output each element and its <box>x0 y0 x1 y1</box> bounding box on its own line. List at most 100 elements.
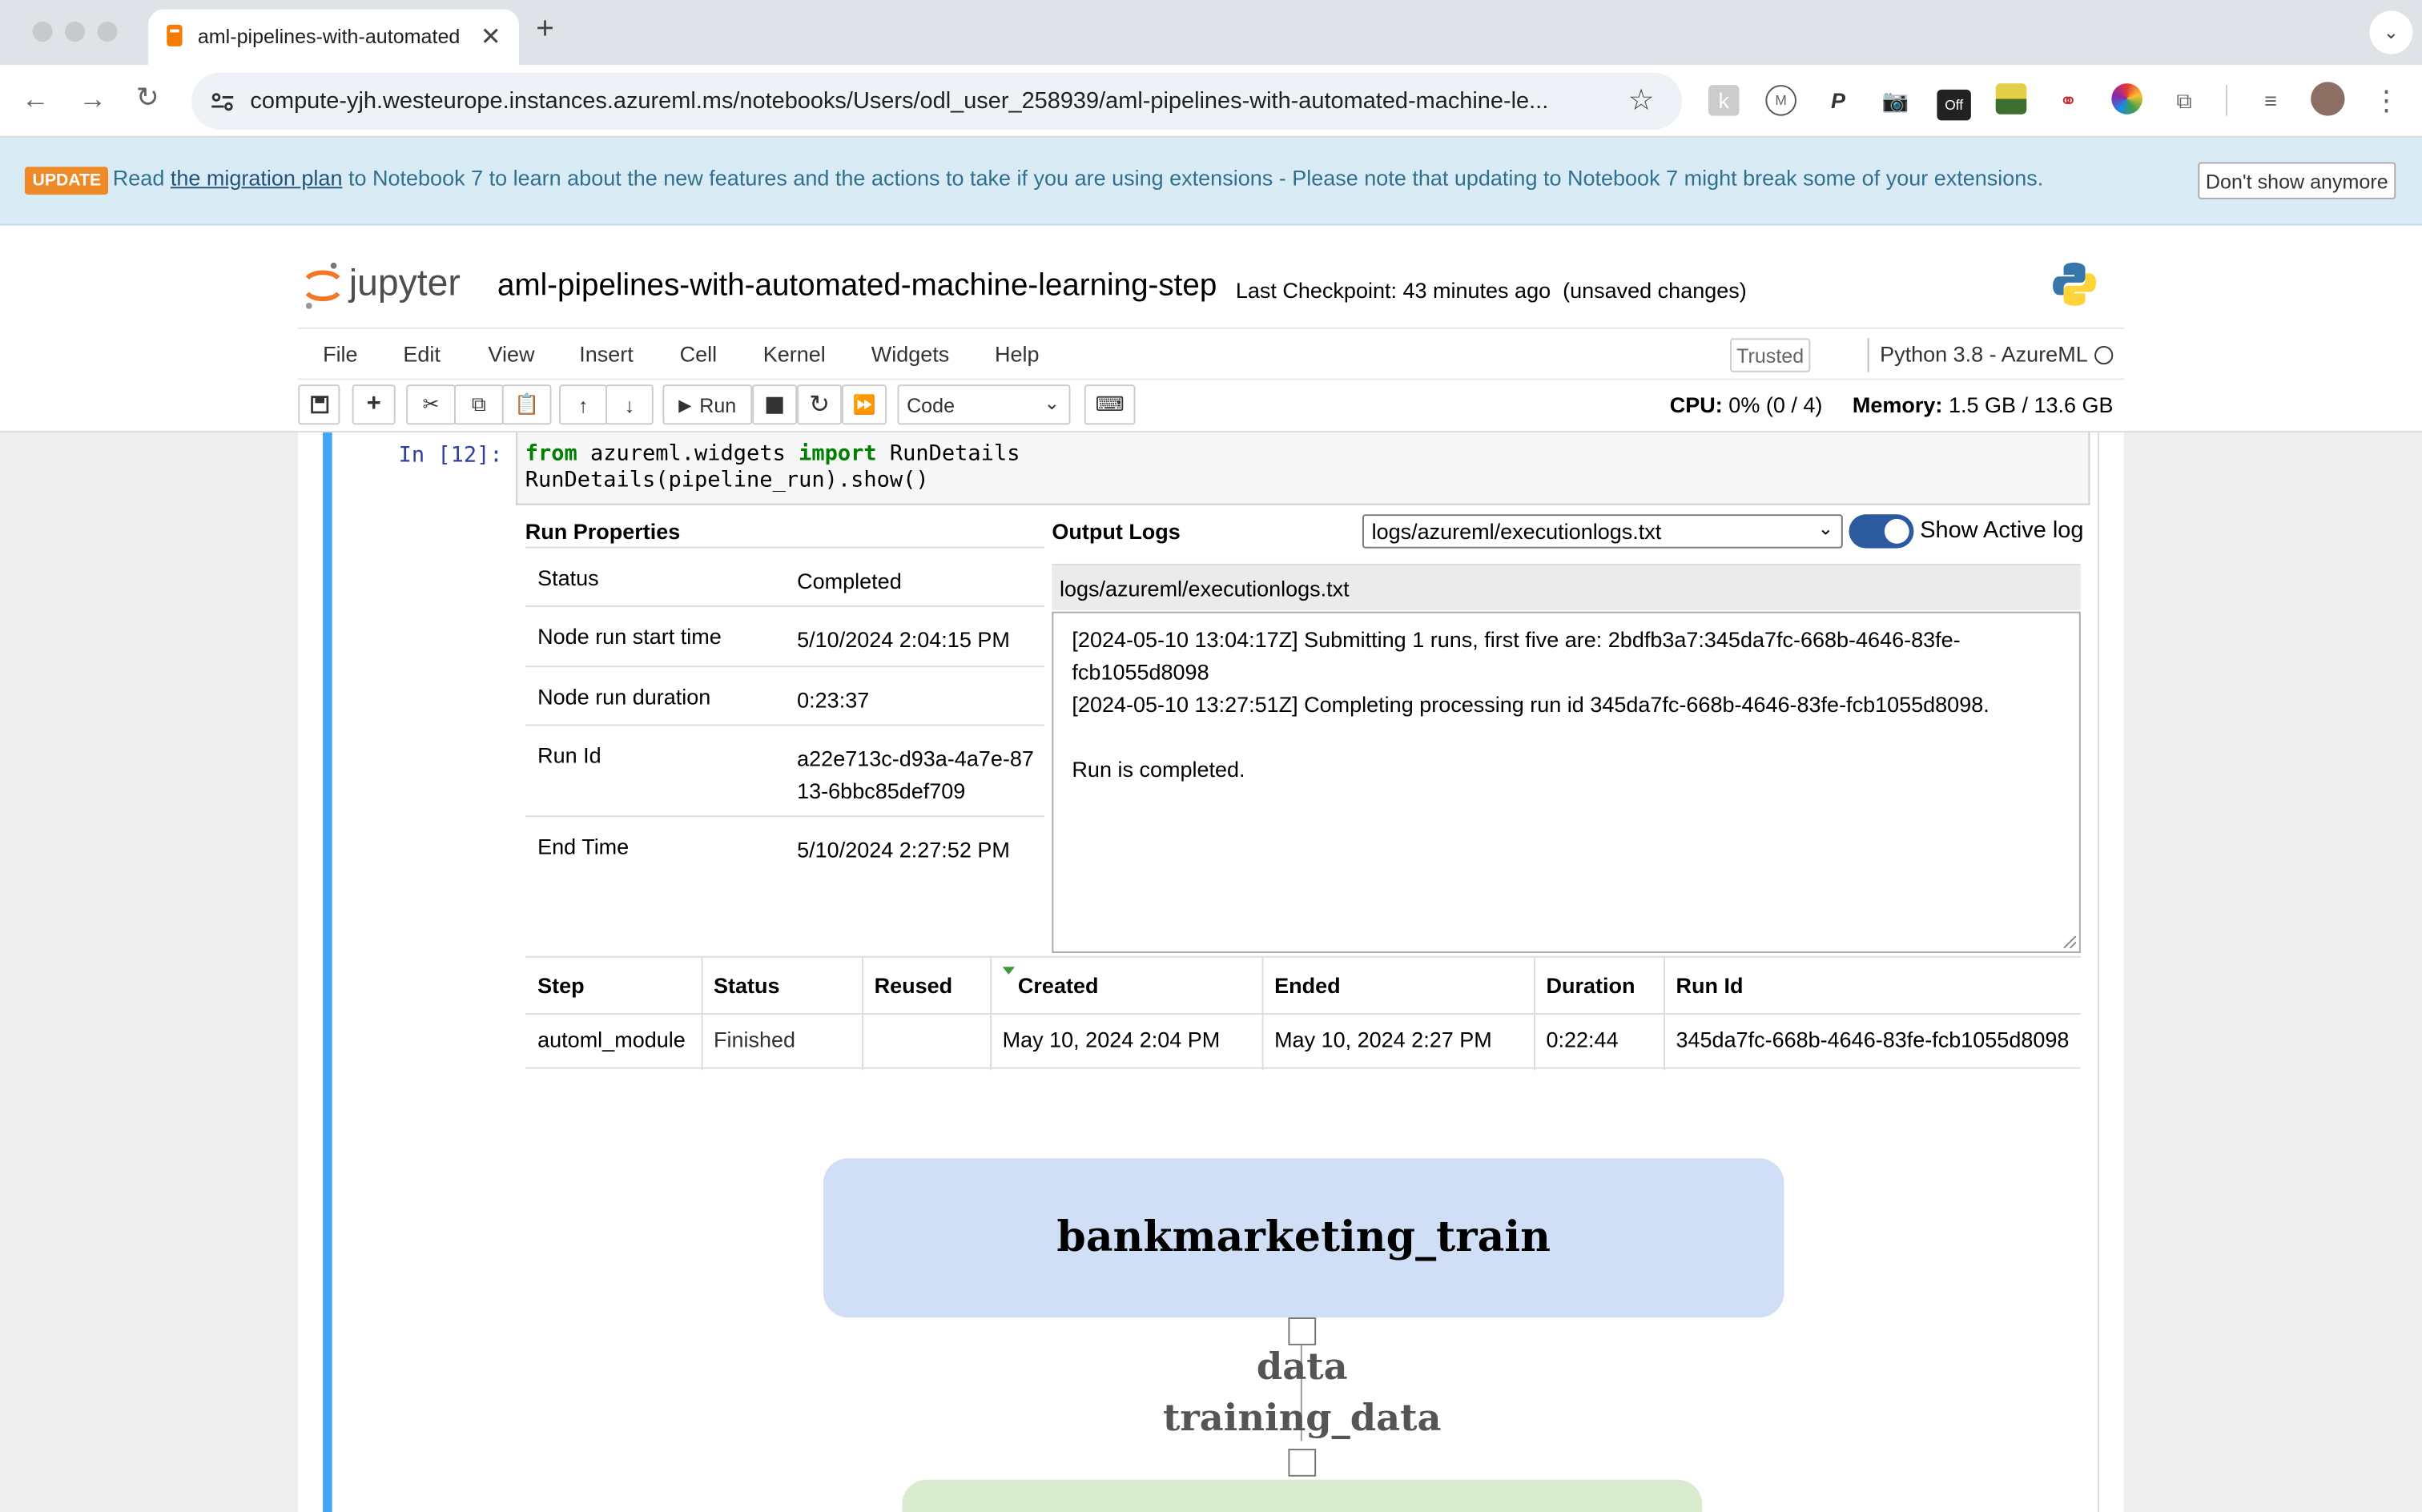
kernel-name[interactable]: Python 3.8 - AzureML <box>1880 341 2088 366</box>
jupyter-logo[interactable]: jupyter <box>303 259 476 312</box>
column-header-duration[interactable]: Duration <box>1546 973 1635 998</box>
maximize-window-dot[interactable] <box>97 21 118 42</box>
cell-run-id[interactable]: 345da7fc-668b-4646-83fe-fcb1055d8098 <box>1676 1027 2080 1052</box>
column-header-status[interactable]: Status <box>714 973 780 998</box>
code-import-name: RunDetails <box>876 441 1020 467</box>
jupyter-header: jupyter aml-pipelines-with-automated-mac… <box>0 225 2422 432</box>
cell-border <box>2097 432 2099 1512</box>
color-picker-extension-icon[interactable] <box>2111 83 2142 115</box>
tab-search-icon[interactable]: ⌄ <box>2369 10 2413 54</box>
show-active-log-toggle[interactable] <box>1849 514 1914 549</box>
cell-prompt: In [12]: <box>398 443 503 468</box>
pipeline-node-bankmarketing-train[interactable]: bankmarketing_train <box>823 1158 1784 1318</box>
memory-value: 1.5 GB / 13.6 GB <box>1948 392 2114 417</box>
notebook-toolbar: + ✂ ⧉ 📋 ↑ ↓ ▶ Run ↻ ⏩ Code ⌄ ⌨ CPU: 0% (0 … <box>298 380 2124 432</box>
cut-icon[interactable]: ✂ <box>406 384 456 425</box>
migration-plan-link[interactable]: the migration plan <box>171 165 343 190</box>
profile-avatar[interactable] <box>2311 82 2345 116</box>
column-header-created[interactable]: Created <box>1018 973 1099 998</box>
code-keyword-from: from <box>525 441 577 467</box>
keyboard-shortcuts-icon[interactable]: ⌨ <box>1084 384 1136 425</box>
output-port[interactable] <box>1288 1317 1317 1345</box>
chevron-down-icon: ⌄ <box>1044 392 1060 414</box>
column-header-run-id[interactable]: Run Id <box>1676 973 1743 998</box>
notebook-title[interactable]: aml-pipelines-with-automated-machine-lea… <box>497 269 1217 304</box>
move-down-icon[interactable]: ↓ <box>605 384 654 425</box>
steps-table: Step Status Reused Created Ended Duratio… <box>525 955 2081 1071</box>
code-editor[interactable]: from azureml.widgets import RunDetails R… <box>516 432 2090 505</box>
menu-file[interactable]: File <box>323 341 358 366</box>
log-file-value: logs/azureml/executionlogs.txt <box>1371 518 1662 544</box>
menu-cell[interactable]: Cell <box>680 341 718 366</box>
last-checkpoint: Last Checkpoint: 43 minutes ago <box>1235 278 1551 303</box>
url-text[interactable]: compute-yjh.westeurope.instances.azureml… <box>250 88 1624 115</box>
insert-cell-icon[interactable]: + <box>352 384 396 425</box>
extension-m-icon[interactable]: M <box>1765 85 1796 116</box>
property-key: Run Id <box>537 742 601 768</box>
pipeline-node-automl-module[interactable] <box>902 1479 1703 1512</box>
column-header-ended[interactable]: Ended <box>1274 973 1341 998</box>
cell-status: Finished <box>713 1027 796 1052</box>
browser-menu-icon[interactable]: ⋮ <box>2371 84 2402 116</box>
log-textarea[interactable]: [2024-05-10 13:04:17Z] Submitting 1 runs… <box>1052 611 2081 953</box>
cell-type-select[interactable]: Code ⌄ <box>897 384 1071 425</box>
extension-landscape-icon[interactable] <box>1995 83 2027 115</box>
log-line: [2024-05-10 13:27:51Z] Completing proces… <box>1072 691 1990 717</box>
run-button[interactable]: ▶ Run <box>662 384 753 425</box>
extension-k-icon[interactable]: k <box>1708 85 1740 116</box>
save-icon[interactable] <box>298 384 340 425</box>
stop-icon[interactable] <box>752 384 798 425</box>
minimize-window-dot[interactable] <box>64 21 86 42</box>
menu-edit[interactable]: Edit <box>403 341 441 366</box>
menu-widgets[interactable]: Widgets <box>871 341 950 366</box>
column-divider <box>862 957 864 1071</box>
update-banner: UPDATE Read the migration plan to Notebo… <box>0 137 2422 226</box>
toggle-knob <box>1884 518 1909 544</box>
property-key: Node run duration <box>537 684 711 710</box>
property-value: a22e713c-d93a-4a7e-8713-6bbc85def709 <box>797 746 1034 803</box>
browser-tab[interactable]: aml-pipelines-with-automated-machine-lea… <box>148 9 519 65</box>
close-window-dot[interactable] <box>32 21 53 42</box>
new-tab-icon[interactable]: + <box>536 12 554 47</box>
paste-icon[interactable]: 📋 <box>501 384 552 425</box>
off-extension-icon[interactable]: Off <box>1937 89 1971 121</box>
kernel-divider <box>1867 338 1869 372</box>
back-icon[interactable]: ← <box>22 83 50 115</box>
column-divider <box>1261 957 1264 1071</box>
menu-help[interactable]: Help <box>995 341 1040 366</box>
column-header-step[interactable]: Step <box>537 973 585 998</box>
memory-label: Memory: <box>1852 392 1943 417</box>
restart-run-all-icon[interactable]: ⏩ <box>842 384 887 425</box>
dont-show-anymore-button[interactable]: Don't show anymore <box>2198 162 2396 199</box>
extension-link-icon[interactable]: ⚭ <box>2053 85 2084 116</box>
input-port[interactable] <box>1288 1448 1317 1477</box>
close-tab-icon[interactable]: ✕ <box>481 22 501 53</box>
cell-ended: May 10, 2024 2:27 PM <box>1274 1027 1492 1052</box>
menu-view[interactable]: View <box>488 341 534 366</box>
paypal-extension-icon[interactable]: P <box>1823 85 1854 116</box>
cell-step: automl_module <box>537 1027 686 1052</box>
reload-icon[interactable]: ↻ <box>136 82 159 114</box>
sort-descending-icon <box>1002 967 1016 975</box>
table-divider <box>525 1013 2081 1015</box>
menu-insert[interactable]: Insert <box>579 341 634 366</box>
resize-handle-icon[interactable] <box>2063 935 2076 949</box>
bookmark-star-icon[interactable]: ☆ <box>1628 83 1655 119</box>
omnibox[interactable]: compute-yjh.westeurope.instances.azureml… <box>191 72 1683 130</box>
menu-kernel[interactable]: Kernel <box>763 341 826 366</box>
checkpoint-status: Last Checkpoint: 43 minutes ago (unsaved… <box>1236 278 1747 303</box>
forward-icon[interactable]: → <box>78 83 107 115</box>
trusted-indicator[interactable]: Trusted <box>1729 338 1811 372</box>
move-up-icon[interactable]: ↑ <box>559 384 607 425</box>
site-settings-icon[interactable] <box>210 90 235 115</box>
column-header-reused[interactable]: Reused <box>875 973 953 998</box>
camera-extension-icon[interactable]: 📷 <box>1880 85 1911 116</box>
media-queue-icon[interactable]: ≡ <box>2255 85 2287 116</box>
property-key: End Time <box>537 834 630 859</box>
extensions-puzzle-icon[interactable]: ⧉ <box>2169 85 2200 116</box>
log-file-select[interactable]: logs/azureml/executionlogs.txt ⌄ <box>1362 514 1843 549</box>
copy-icon[interactable]: ⧉ <box>453 384 504 425</box>
browser-tab-bar: aml-pipelines-with-automated-machine-lea… <box>0 0 2422 65</box>
restart-icon[interactable]: ↻ <box>797 384 843 425</box>
